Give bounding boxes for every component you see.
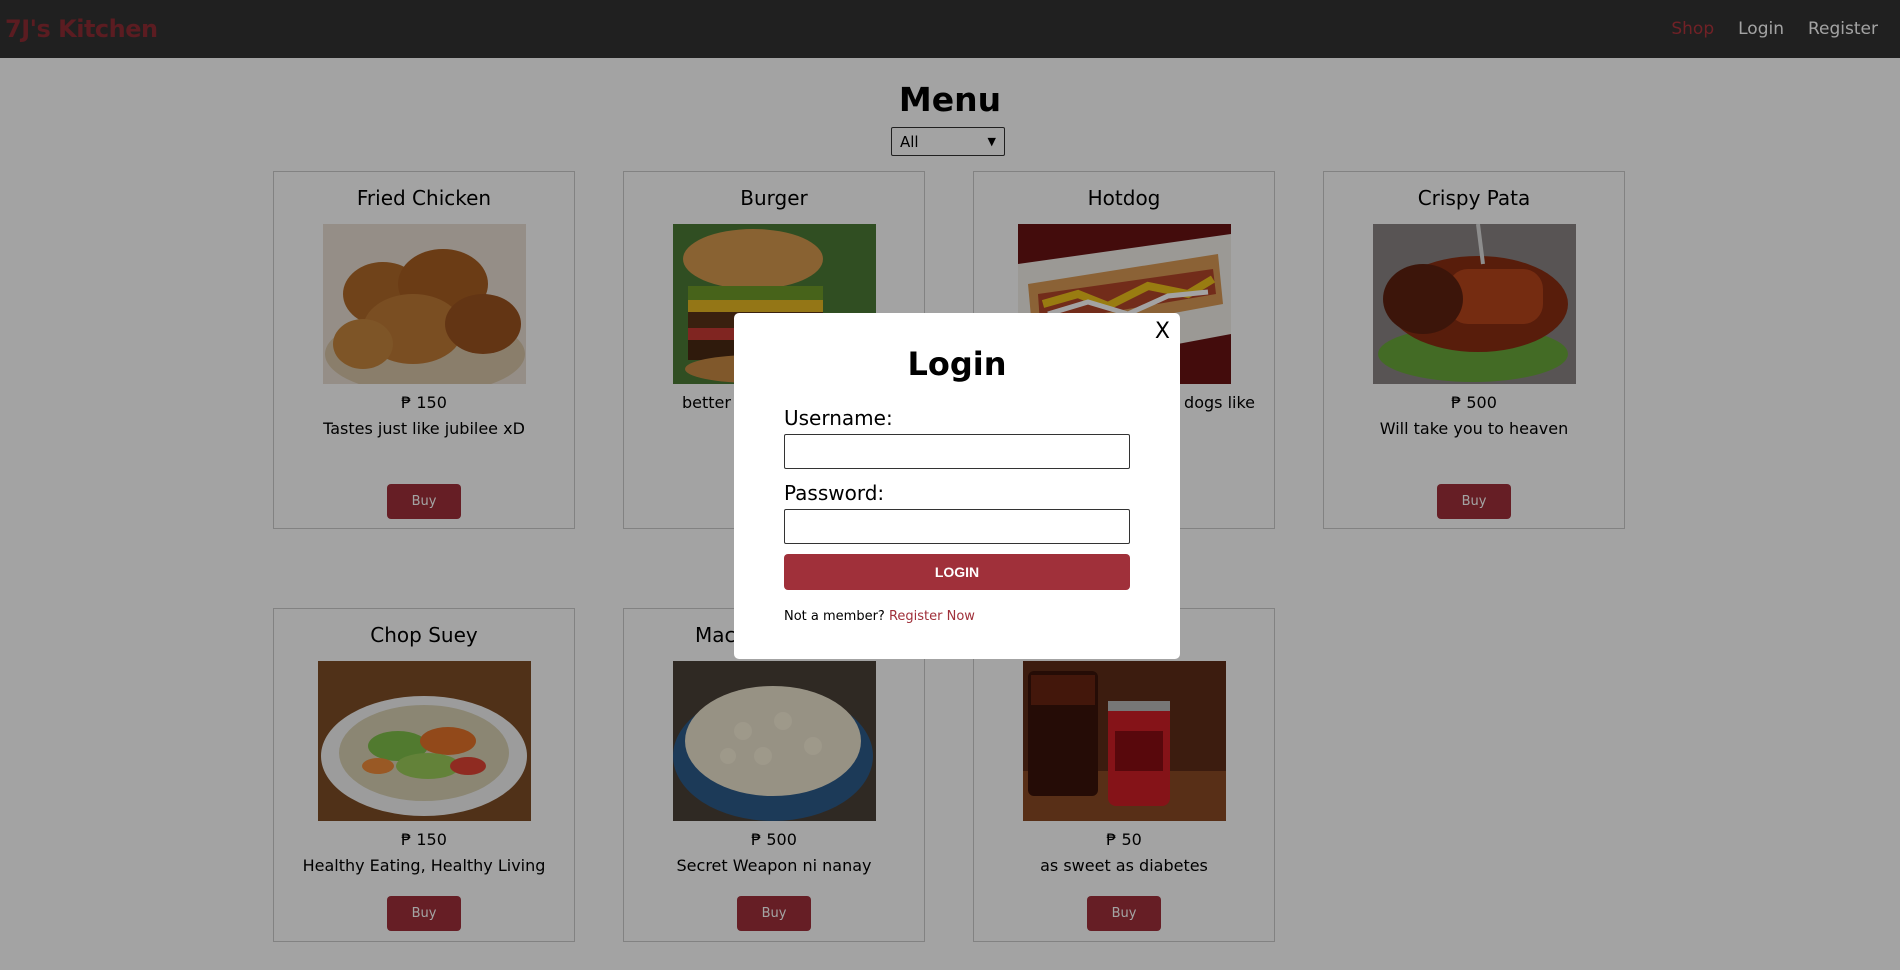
password-input[interactable] — [784, 509, 1130, 544]
login-modal: X Login Username: Password: LOGIN Not a … — [734, 313, 1180, 659]
register-now-link[interactable]: Register Now — [889, 609, 975, 624]
username-label: Username: — [784, 406, 893, 430]
password-label: Password: — [784, 481, 885, 505]
username-input[interactable] — [784, 434, 1130, 469]
register-prompt: Not a member? Register Now — [784, 609, 975, 624]
close-icon[interactable]: X — [1155, 319, 1170, 344]
login-button[interactable]: LOGIN — [784, 554, 1130, 590]
login-title: Login — [907, 345, 1007, 383]
register-prompt-text: Not a member? — [784, 609, 885, 624]
